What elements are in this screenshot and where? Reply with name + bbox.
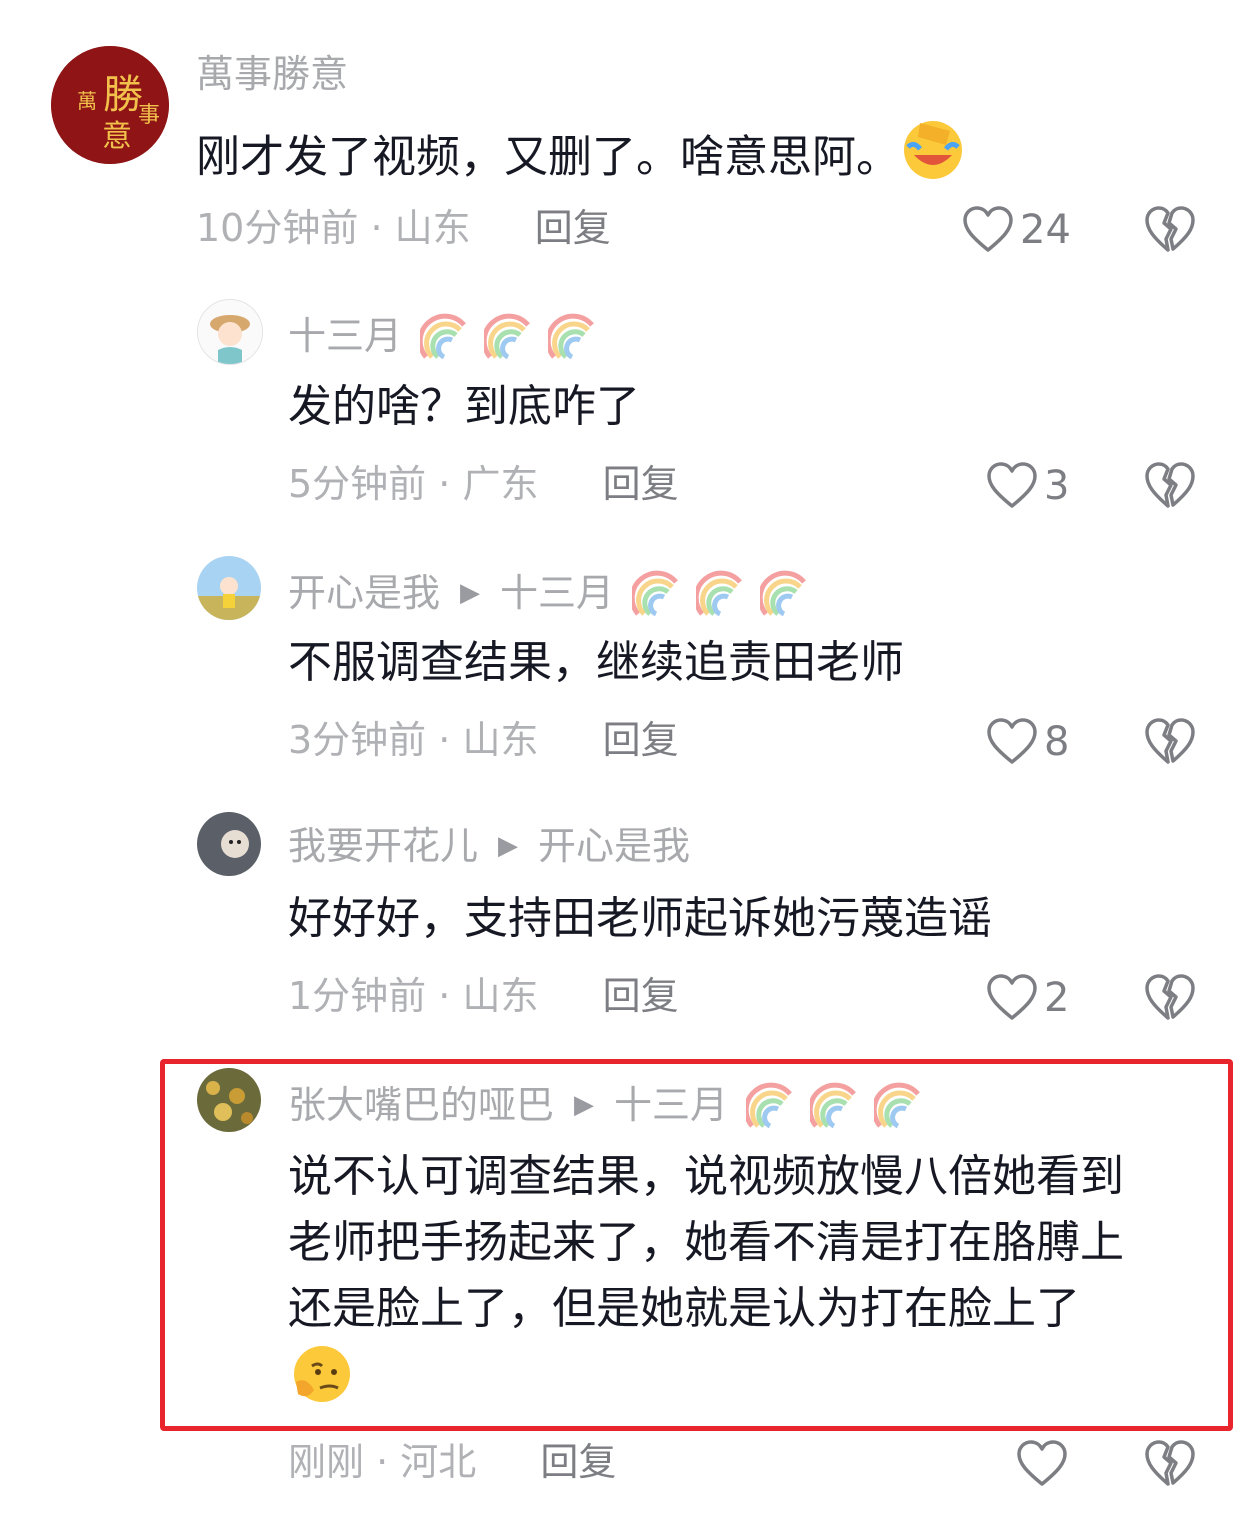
reply-arrow-icon: ▶ [498,831,519,861]
reply-button[interactable]: 回复 [603,462,679,506]
heart-icon [986,718,1038,766]
rainbow-icon [746,1080,796,1130]
svg-text:意: 意 [102,119,132,154]
separator-dot: · [370,206,383,250]
broken-heart-icon [1144,1440,1196,1488]
broken-heart-icon [1144,974,1196,1022]
svg-text:萬: 萬 [77,89,97,113]
dislike-button[interactable] [1144,206,1196,254]
avatar-calligraphy-image: 勝 萬 事 意 [51,46,169,164]
heart-icon [1016,1440,1068,1488]
comment-time: 3分钟前 [288,718,427,762]
avatar[interactable] [197,299,263,365]
avatar-puppy-photo-image [197,812,261,876]
rainbow-icon [696,568,746,618]
rainbow-icon [810,1080,860,1130]
broken-heart-icon [1144,206,1196,254]
reply-arrow-icon: ▶ [574,1090,595,1120]
like-button[interactable]: 8 [986,718,1069,766]
heart-icon [986,974,1038,1022]
avatar[interactable]: 勝 萬 事 意 [51,46,169,164]
rainbow-icon [484,311,534,361]
reply-to-username[interactable]: 十三月 [500,571,614,615]
comment-time: 刚刚 [288,1440,365,1484]
like-button[interactable] [1016,1440,1068,1488]
comment-meta: 10分钟前 · 山东 回复 [196,206,611,250]
separator-dot: · [376,1440,389,1484]
comment-location: 山东 [462,718,539,762]
comment-location: 山东 [394,206,471,250]
comment-text: 说不认可调查结果，说视频放慢八倍她看到 老师把手扬起来了，她看不清是打在胳膊上 … [288,1144,1208,1408]
separator-dot: · [438,718,451,762]
reply-to-username[interactable]: 开心是我 [538,824,690,868]
face-palm-crying-laugh-icon [900,117,966,202]
reply-button[interactable]: 回复 [535,206,611,250]
like-button[interactable]: 2 [986,974,1069,1022]
dislike-button[interactable] [1144,1440,1196,1488]
like-button[interactable]: 24 [962,206,1071,254]
svg-text:事: 事 [138,103,160,128]
comment-time: 5分钟前 [288,462,427,506]
dislike-button[interactable] [1144,718,1196,766]
comment-username[interactable]: 我要开花儿 ▶ 开心是我 [288,824,690,868]
avatar[interactable] [197,1068,261,1132]
comment-text: 发的啥？到底咋了 [288,381,640,432]
comment-meta: 5分钟前 · 广东 回复 [288,462,679,506]
comment-time: 10分钟前 [196,206,359,250]
avatar[interactable] [197,812,261,876]
comment-location: 广东 [462,462,539,506]
heart-icon [986,462,1038,510]
avatar-cartoon-boy-field-image [197,556,261,620]
like-count: 8 [1044,719,1070,765]
rainbow-icon [874,1080,924,1130]
reply-to-username[interactable]: 十三月 [614,1083,728,1127]
reply-button[interactable]: 回复 [603,718,679,762]
reply-button[interactable]: 回复 [540,1440,616,1484]
avatar-leaves-photo-image [197,1068,261,1132]
comment-username[interactable]: 开心是我 ▶ 十三月 [288,568,810,618]
comment-text-line: 说不认可调查结果，说视频放慢八倍她看到 [288,1151,1124,1202]
badge-group [420,311,598,361]
like-count: 24 [1020,207,1071,253]
reply-button[interactable]: 回复 [603,974,679,1018]
badge-group [632,568,810,618]
comment-time: 1分钟前 [288,974,427,1018]
comment-meta: 刚刚 · 河北 回复 [288,1440,616,1484]
comment-text-line: 老师把手扬起来了，她看不清是打在胳膊上 [288,1217,1124,1268]
like-count: 3 [1044,463,1070,509]
comment-location: 山东 [462,974,539,1018]
dislike-button[interactable] [1144,462,1196,510]
comment-text: 刚才发了视频，又删了。啥意思阿。 [196,117,966,202]
avatar[interactable] [197,556,261,620]
comment-text: 不服调查结果，继续追责田老师 [288,637,904,688]
comment-username[interactable]: 萬事勝意 [196,52,348,96]
badge-group [746,1080,924,1130]
like-count: 2 [1044,975,1070,1021]
thinking-face-icon [288,1342,1208,1408]
rainbow-icon [420,311,470,361]
heart-icon [962,206,1014,254]
separator-dot: · [438,462,451,506]
rainbow-icon [548,311,598,361]
avatar-cartoon-girl-image [198,300,262,364]
reply-arrow-icon: ▶ [460,578,481,608]
broken-heart-icon [1144,718,1196,766]
comment-username[interactable]: 十三月 [288,311,598,361]
rainbow-icon [760,568,810,618]
comment-text-line: 还是脸上了，但是她就是认为打在脸上了 [288,1283,1080,1334]
comment-text: 好好好，支持田老师起诉她污蔑造谣 [288,893,992,944]
like-button[interactable]: 3 [986,462,1069,510]
comment-meta: 1分钟前 · 山东 回复 [288,974,679,1018]
broken-heart-icon [1144,462,1196,510]
comment-username[interactable]: 张大嘴巴的哑巴 ▶ 十三月 [288,1080,924,1130]
dislike-button[interactable] [1144,974,1196,1022]
separator-dot: · [438,974,451,1018]
comment-meta: 3分钟前 · 山东 回复 [288,718,679,762]
comment-location: 河北 [400,1440,477,1484]
rainbow-icon [632,568,682,618]
